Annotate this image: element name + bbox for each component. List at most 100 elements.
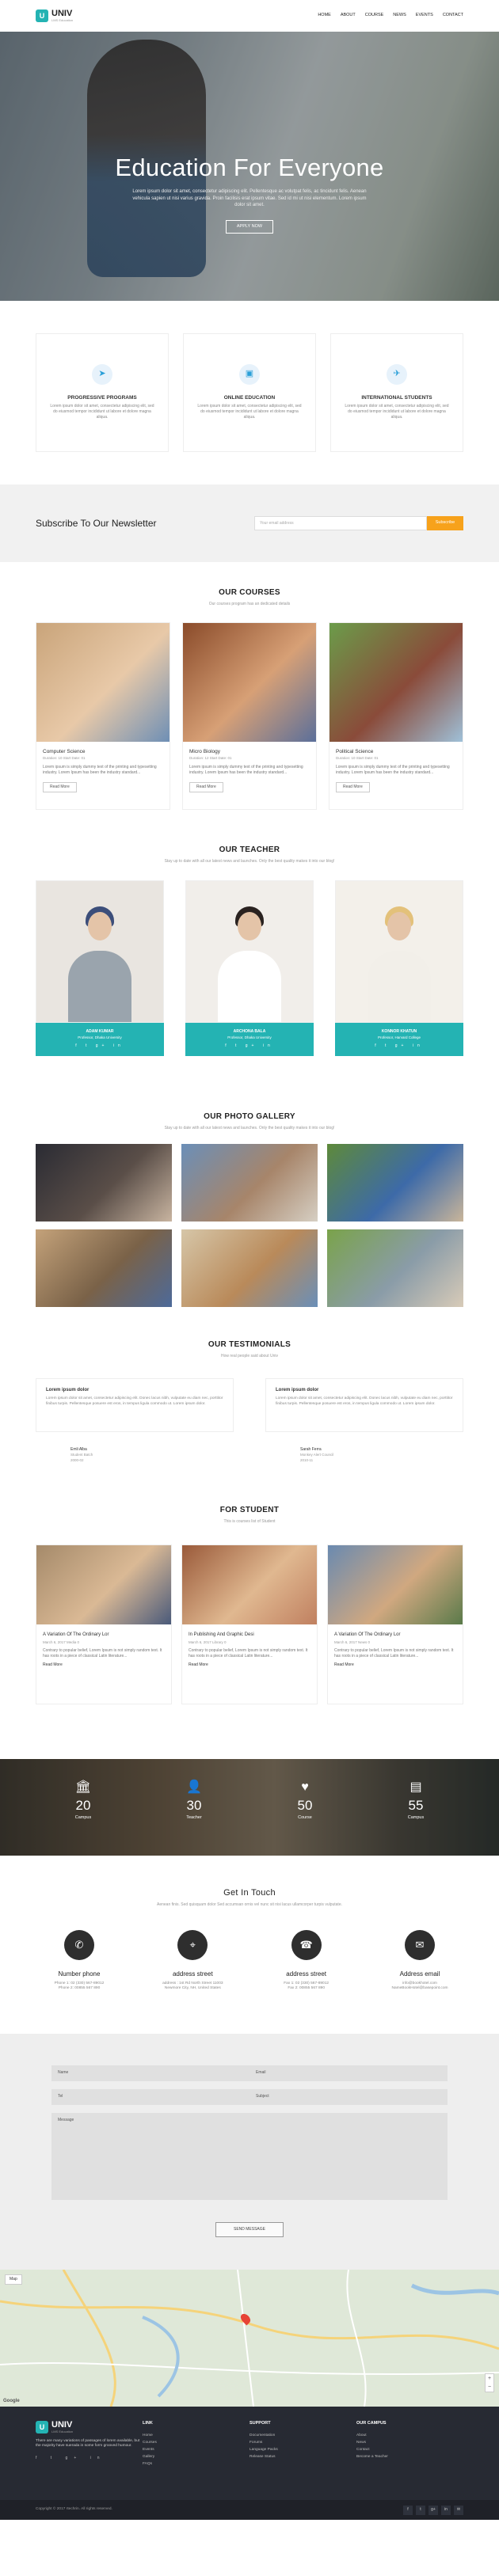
hero-title: Education For Everyone: [115, 154, 384, 181]
phone-icon: ✆: [64, 1930, 94, 1961]
logo-name: UNIV: [51, 2420, 73, 2430]
course-title[interactable]: Political Science: [336, 748, 456, 755]
subject-field[interactable]: Subject: [250, 2089, 448, 2105]
site-logo[interactable]: U UNIV LMS Education: [36, 9, 73, 23]
newsletter-section: Subscribe To Our Newsletter Your email a…: [0, 484, 499, 562]
tel-field[interactable]: Tel: [51, 2089, 250, 2105]
post-image[interactable]: [36, 1545, 171, 1624]
nav-news[interactable]: NEWS: [393, 13, 406, 19]
contact-info-item: ⌖ address street address : 1st Rd North …: [149, 1930, 236, 1992]
footer-link[interactable]: FAQs: [143, 2460, 250, 2468]
read-more-button[interactable]: Read More: [189, 782, 223, 793]
facebook-icon[interactable]: f: [403, 2505, 413, 2515]
post-title[interactable]: A Variation Of The Ordinary Lor: [43, 1632, 165, 1638]
post-title[interactable]: A Variation Of The Ordinary Lor: [334, 1632, 456, 1638]
linkedin-icon[interactable]: in: [441, 2505, 451, 2515]
name-field[interactable]: Name: [51, 2065, 250, 2081]
counter-value: 50: [297, 1798, 313, 1813]
gallery-image[interactable]: [327, 1229, 463, 1307]
contact-form-section: Name Email Tel Subject Message SEND MESS…: [0, 2034, 499, 2270]
footer-link[interactable]: About: [356, 2432, 463, 2439]
subscribe-button[interactable]: Subscribe: [427, 516, 463, 530]
message-field[interactable]: Message: [51, 2113, 448, 2200]
footer-logo[interactable]: U UNIV LMS Education: [36, 2421, 143, 2434]
contact-info-item: ✆ Number phone Phone 1: 02 (330) 567-890…: [36, 1930, 123, 1992]
course-card: Computer Science Duration: 10 Start Date…: [36, 622, 170, 810]
google-map[interactable]: Map + − Google: [0, 2270, 499, 2407]
post-image[interactable]: [182, 1545, 317, 1624]
send-message-button[interactable]: SEND MESSAGE: [215, 2222, 284, 2237]
nav-home[interactable]: HOME: [318, 13, 331, 19]
apply-now-button[interactable]: APPLY NOW: [225, 219, 274, 234]
post-meta: March 6, 2017 News 0: [334, 1640, 371, 1645]
copyright-text: Copyright © 2017 rtechrin. All rights re…: [36, 2507, 112, 2512]
teacher-role: Professor, Dhaka University: [227, 1035, 272, 1039]
teacher-card: ADAM KUMAR Professor, Dhaka University f…: [36, 880, 164, 1056]
read-more-link[interactable]: Read More: [334, 1662, 456, 1668]
read-more-button[interactable]: Read More: [43, 782, 77, 793]
book-icon: ▤: [409, 1780, 422, 1794]
course-title[interactable]: Micro Biology: [189, 748, 310, 755]
teacher-social-icons[interactable]: f t g+ in: [36, 1043, 164, 1049]
footer-link[interactable]: Home: [143, 2432, 250, 2439]
newsletter-email-input[interactable]: Your email address: [254, 516, 427, 530]
counter-section: 🏛 20 Campus 👤 30 Teacher ♥ 50 Course ▤ 5…: [0, 1759, 499, 1856]
footer-link[interactable]: Release Status: [250, 2453, 356, 2460]
read-more-button[interactable]: Read More: [336, 782, 370, 793]
map-type-tab[interactable]: Map: [5, 2274, 22, 2285]
course-image[interactable]: [36, 623, 170, 742]
google-logo: Google: [3, 2398, 20, 2403]
gallery-section: OUR PHOTO GALLERY Stay up to date with a…: [0, 1086, 499, 1316]
nav-course[interactable]: COURSE: [365, 13, 384, 19]
counter-label: Campus: [407, 1814, 425, 1820]
for-student-section: FOR STUDENT This is courses list of Stud…: [0, 1494, 499, 1759]
nav-contact[interactable]: CONTACT: [443, 13, 463, 19]
gallery-image[interactable]: [36, 1144, 172, 1222]
course-card: Political Science Duration: 10 Start Dat…: [329, 622, 463, 810]
logo-tagline: LMS Education: [51, 2430, 74, 2434]
nav-events[interactable]: EVENTS: [416, 13, 433, 19]
logo-tagline: LMS Education: [51, 17, 74, 22]
footer-link[interactable]: News: [356, 2439, 463, 2446]
read-more-link[interactable]: Read More: [43, 1662, 165, 1668]
post-title[interactable]: In Publishing And Graphic Desi: [189, 1632, 310, 1638]
footer-link[interactable]: Documentation: [250, 2432, 356, 2439]
twitter-icon[interactable]: t: [416, 2505, 425, 2515]
footer-link[interactable]: Gallery: [143, 2453, 250, 2460]
read-more-link[interactable]: Read More: [189, 1662, 310, 1668]
teacher-social-icons[interactable]: f t g+ in: [335, 1043, 463, 1049]
gallery-image[interactable]: [36, 1229, 172, 1307]
gallery-image[interactable]: [181, 1229, 318, 1307]
footer-link[interactable]: Language Packs: [250, 2446, 356, 2453]
footer-link[interactable]: Events: [143, 2446, 250, 2453]
footer-social-icons[interactable]: f t g+ in: [36, 2456, 143, 2461]
footer-link[interactable]: Become a Teacher: [356, 2453, 463, 2460]
course-title[interactable]: Computer Science: [43, 748, 163, 755]
mail-icon[interactable]: ✉: [454, 2505, 463, 2515]
logo-name: UNIV: [51, 8, 73, 18]
zoom-controls[interactable]: + −: [485, 2373, 494, 2392]
teacher-card: ARCHONA BALA Professor, Dhaka University…: [185, 880, 314, 1056]
map-roads: [0, 2270, 499, 2407]
nav-about[interactable]: ABOUT: [341, 13, 356, 19]
course-desc: Lorem ipsum is simply dummy text of the …: [43, 765, 157, 776]
footer-link[interactable]: Courses: [143, 2439, 250, 2446]
gallery-image[interactable]: [327, 1144, 463, 1222]
email-icon: ✉: [404, 1930, 435, 1961]
contact-info-line: Phone 2: 00855 567 890: [58, 1986, 101, 1991]
teacher-role: Professor, Harvard College: [377, 1035, 421, 1039]
gallery-image[interactable]: [181, 1144, 318, 1222]
post-image[interactable]: [328, 1545, 463, 1624]
footer-col-title: LINK: [143, 2421, 153, 2426]
course-image[interactable]: [183, 623, 316, 742]
copyright-bar: Copyright © 2017 rtechrin. All rights re…: [0, 2500, 499, 2520]
post-excerpt: Contrary to popular belief, Lorem Ipsum …: [334, 1647, 454, 1658]
footer-link[interactable]: Forums: [250, 2439, 356, 2446]
email-field[interactable]: Email: [250, 2065, 448, 2081]
course-desc: Lorem ipsum is simply dummy text of the …: [336, 765, 450, 776]
footer-link[interactable]: Contact: [356, 2446, 463, 2453]
feature-title: INTERNATIONAL STUDENTS: [361, 395, 432, 401]
course-image[interactable]: [329, 623, 463, 742]
google-plus-icon[interactable]: g+: [429, 2505, 438, 2515]
teacher-social-icons[interactable]: f t g+ in: [185, 1043, 314, 1049]
